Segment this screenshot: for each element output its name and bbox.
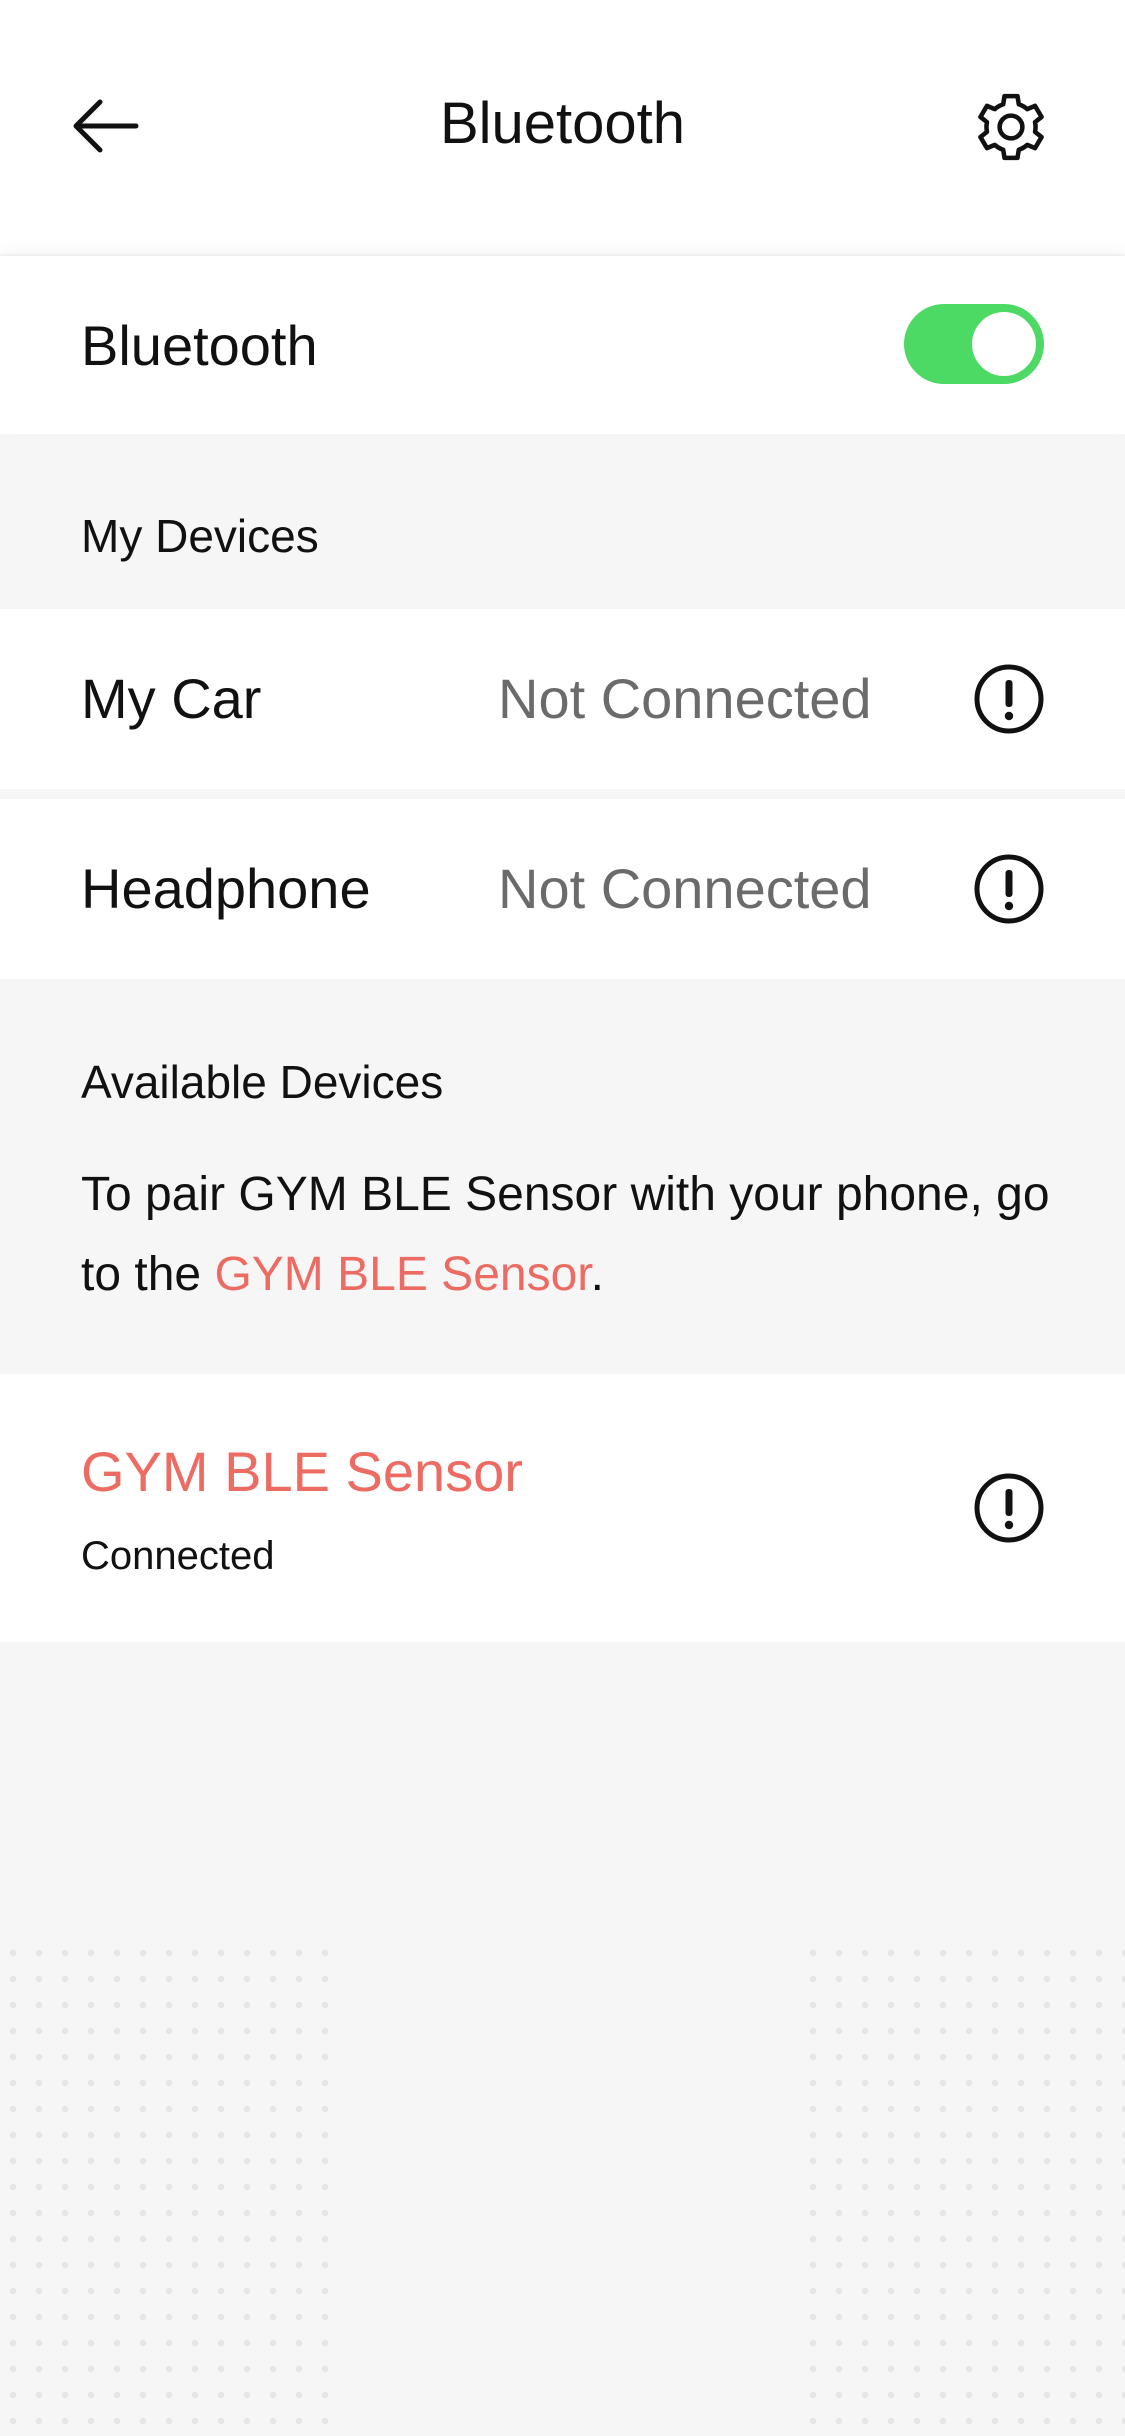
toggle-knob: [972, 312, 1036, 376]
bluetooth-toggle[interactable]: [904, 304, 1044, 384]
decorative-dots-left: [0, 1940, 330, 2436]
info-icon[interactable]: [973, 1472, 1045, 1544]
my-devices-heading: My Devices: [81, 510, 319, 562]
device-name: GYM BLE Sensor: [81, 1440, 523, 1503]
available-devices-heading: Available Devices: [81, 1056, 444, 1108]
device-status: Connected: [81, 1534, 275, 1578]
page-title: Bluetooth: [439, 91, 686, 156]
pairing-instructions: To pair GYM BLE Sensor with your phone, …: [81, 1155, 1061, 1315]
pairing-link[interactable]: GYM BLE Sensor: [214, 1248, 590, 1301]
device-status: Not Connected: [498, 857, 872, 920]
device-name: Headphone: [81, 857, 371, 920]
top-bar: Bluetooth: [0, 0, 1125, 254]
gear-icon: [978, 93, 1044, 161]
bluetooth-label: Bluetooth: [81, 314, 318, 377]
device-name: My Car: [81, 667, 262, 730]
device-row-gym-ble-sensor[interactable]: GYM BLE Sensor Connected: [0, 1374, 1125, 1642]
pairing-text-end: .: [590, 1248, 604, 1301]
bluetooth-toggle-row: Bluetooth: [0, 256, 1125, 434]
info-icon[interactable]: [973, 663, 1045, 735]
bluetooth-screen: Bluetooth Bluetooth My Devices My Car No…: [0, 0, 1125, 2436]
device-row-my-car[interactable]: My Car Not Connected: [0, 609, 1125, 789]
settings-button[interactable]: [972, 88, 1050, 166]
device-row-headphone[interactable]: Headphone Not Connected: [0, 799, 1125, 979]
info-icon[interactable]: [973, 853, 1045, 925]
device-status: Not Connected: [498, 667, 872, 730]
decorative-dots-right: [800, 1940, 1125, 2436]
